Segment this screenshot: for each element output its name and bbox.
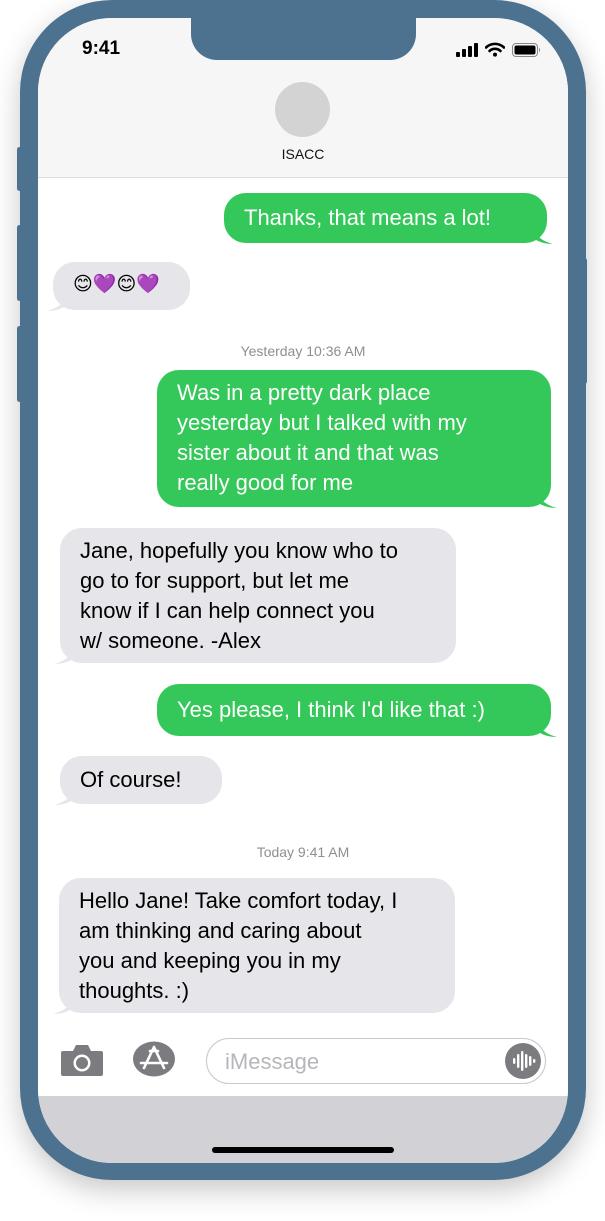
message-line: w/ someone. -Alex <box>80 628 261 653</box>
compose-bar: iMessage <box>38 1033 568 1096</box>
message-bubble-outgoing[interactable]: Was in a pretty dark place yesterday but… <box>157 370 557 508</box>
bubble-tail <box>537 721 557 737</box>
message-thread: Thanks, that means a lot! 😊💜😊💜 Yesterday… <box>38 178 568 1033</box>
message-line: Was in a pretty dark place <box>177 380 431 405</box>
audio-waveform-icon[interactable] <box>505 1043 541 1079</box>
camera-icon[interactable] <box>60 1043 104 1077</box>
message-line: yesterday but I talked with my <box>177 410 467 435</box>
bubble-tail <box>53 998 73 1014</box>
cellular-signal-icon <box>456 42 478 57</box>
timestamp: Today 9:41 AM <box>256 844 350 860</box>
message-line: know if I can help connect you <box>80 598 375 623</box>
notch <box>191 18 416 60</box>
volume-down-button <box>17 326 22 402</box>
contact-name[interactable]: ISACC <box>38 146 568 162</box>
message-input[interactable]: iMessage <box>206 1038 546 1084</box>
volume-up-button <box>17 225 22 301</box>
message-line: go to for support, but let me <box>80 568 350 593</box>
bubble-tail <box>533 228 553 244</box>
message-bubble-incoming[interactable]: Hello Jane! Take comfort today, I am thi… <box>53 878 455 1014</box>
message-bubble-incoming[interactable]: Of course! <box>54 756 222 805</box>
battery-icon <box>512 42 540 57</box>
silent-switch <box>17 147 22 191</box>
power-button <box>582 258 587 384</box>
message-text: Thanks, that means a lot! <box>244 205 492 230</box>
message-line: Hello Jane! Take comfort today, I <box>79 888 398 913</box>
contact-avatar[interactable] <box>275 82 330 137</box>
keyboard-area <box>38 1096 568 1163</box>
message-text: Yes please, I think I'd like that :) <box>177 697 485 722</box>
phone-frame: 9:41 ISACC Thanks, that means a lot! 😊💜😊… <box>17 0 587 1180</box>
message-bubble-outgoing[interactable]: Yes please, I think I'd like that :) <box>157 684 557 737</box>
message-line: Jane, hopefully you know who to <box>80 538 398 563</box>
bubble-tail <box>54 648 74 664</box>
bubble-tail <box>54 789 74 805</box>
message-line: really good for me <box>177 470 354 495</box>
message-line: you and keeping you in my <box>79 948 341 973</box>
timestamp: Yesterday 10:36 AM <box>240 343 366 359</box>
message-bubble-incoming[interactable]: Jane, hopefully you know who to go to fo… <box>54 528 456 664</box>
message-bubble-outgoing[interactable]: Thanks, that means a lot! <box>224 193 553 244</box>
app-store-icon[interactable] <box>133 1041 175 1077</box>
status-icons <box>456 42 542 57</box>
message-line: sister about it and that was <box>177 440 439 465</box>
screen: 9:41 ISACC Thanks, that means a lot! 😊💜😊… <box>38 18 568 1163</box>
message-line: am thinking and caring about <box>79 918 362 943</box>
message-text: Of course! <box>80 767 182 792</box>
message-input-placeholder: iMessage <box>225 1049 320 1074</box>
home-indicator[interactable] <box>212 1147 394 1153</box>
wifi-icon <box>485 42 505 57</box>
status-time: 9:41 <box>82 38 121 59</box>
bubble-tail <box>537 492 557 508</box>
bubble-tail <box>47 295 67 311</box>
emoji-message-text: 😊💜😊💜 <box>73 274 160 295</box>
message-bubble-incoming[interactable]: 😊💜😊💜 <box>47 262 190 311</box>
message-line: thoughts. :) <box>79 978 190 1003</box>
